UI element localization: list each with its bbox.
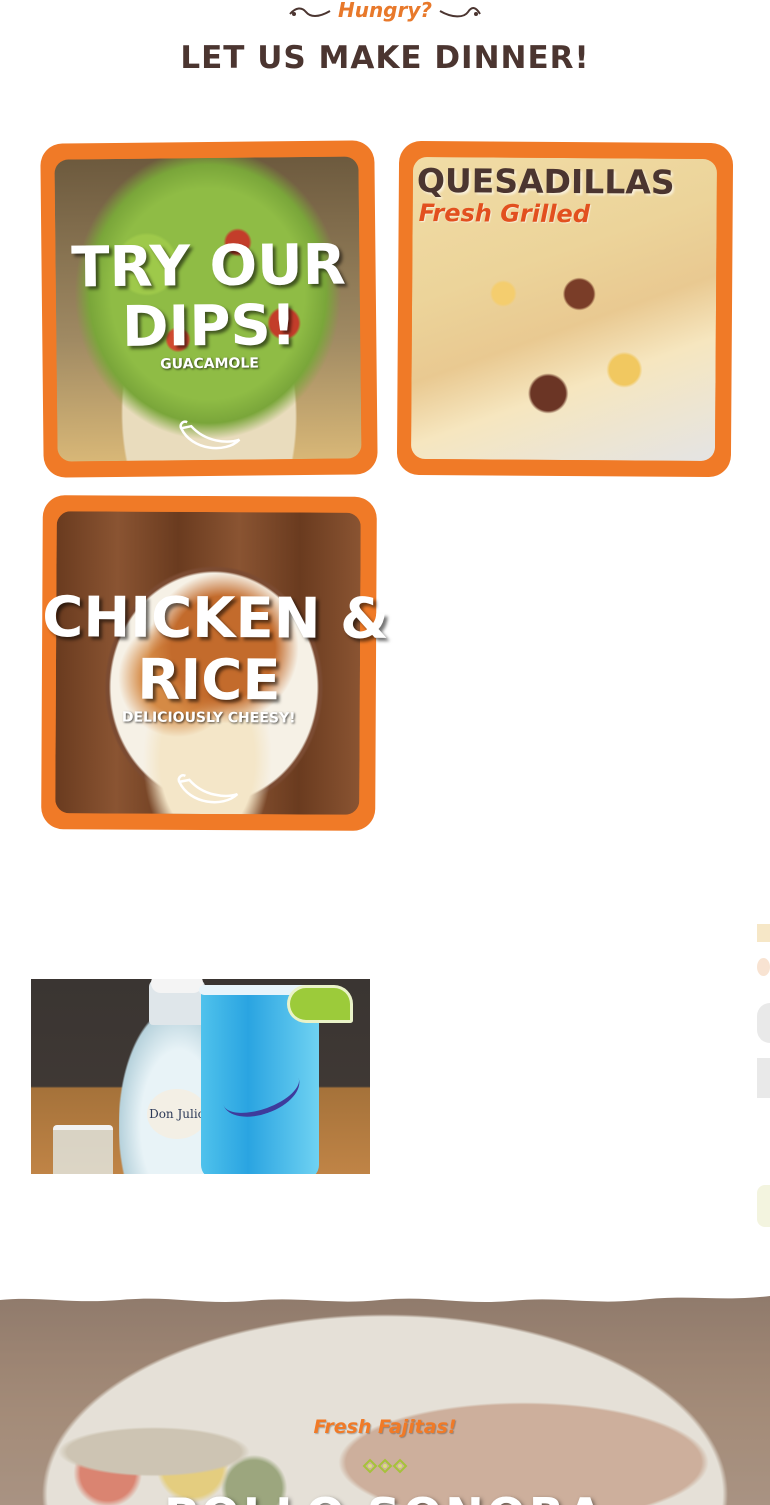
promo-card-chicken-rice[interactable]: CHICKEN & RICE DELICIOUSLY CHEESY! bbox=[41, 495, 390, 831]
promo-card-dips[interactable]: TRY OUR DIPS! GUACAMOLE bbox=[40, 140, 378, 478]
tequila-drink-photo: Don Julio bbox=[31, 979, 370, 1174]
chili-pepper-icon bbox=[177, 774, 239, 804]
flourish-left-icon bbox=[289, 7, 331, 17]
card-title-line2: DIPS! bbox=[121, 293, 297, 360]
offscreen-button-fragment[interactable] bbox=[757, 1185, 770, 1227]
bottle-label: Don Julio bbox=[147, 1089, 207, 1139]
offscreen-heading-fragment bbox=[757, 924, 770, 942]
bottle-cap bbox=[151, 979, 203, 993]
section-kicker: Hungry? bbox=[0, 0, 770, 24]
shot-glass bbox=[53, 1125, 113, 1174]
card-title-line2: RICE bbox=[137, 647, 281, 714]
chili-pepper-icon bbox=[179, 420, 241, 450]
kicker-text: Hungry? bbox=[337, 0, 433, 22]
offscreen-input-fragment[interactable] bbox=[757, 1003, 770, 1043]
promo-card-quesadillas[interactable]: QUESADILLAS Fresh Grilled bbox=[396, 140, 734, 478]
card-subtitle: Fresh Grilled bbox=[418, 198, 591, 229]
flourish-right-icon bbox=[439, 6, 481, 17]
card-title: QUESADILLAS bbox=[416, 160, 675, 202]
fajitas-title: POLLO SONORA bbox=[0, 1488, 770, 1505]
card-title-line1: CHICKEN & bbox=[42, 585, 390, 652]
card-title-line1: TRY OUR bbox=[70, 232, 347, 301]
diamond-ornament-icon bbox=[362, 1458, 408, 1474]
section-headline: LET US MAKE DINNER! bbox=[180, 40, 590, 76]
lime-wedge bbox=[287, 985, 353, 1023]
fajitas-banner: Fresh Fajitas! POLLO SONORA bbox=[0, 1292, 770, 1505]
torn-edge-divider bbox=[0, 1292, 770, 1302]
fajitas-kicker: Fresh Fajitas! bbox=[313, 1416, 457, 1438]
offscreen-field-fragment[interactable] bbox=[757, 1058, 770, 1098]
card-subtitle: DELICIOUSLY CHEESY! bbox=[121, 709, 296, 727]
offscreen-ornament-fragment bbox=[757, 958, 770, 976]
